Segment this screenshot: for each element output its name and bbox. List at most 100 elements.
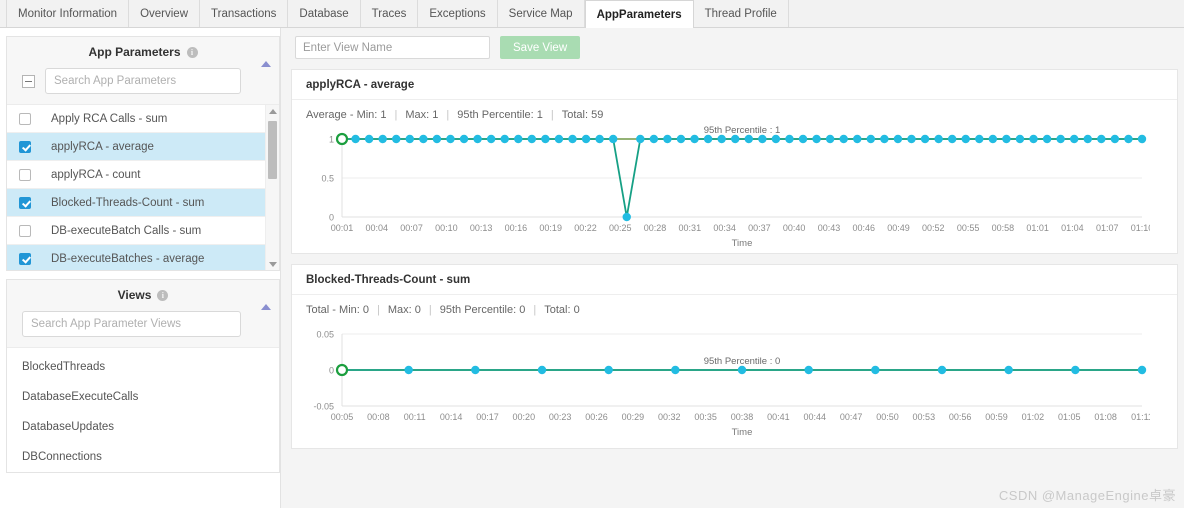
data-point [432,134,442,144]
stats-separator: | [428,304,432,316]
view-row[interactable]: BlockedThreads [7,352,279,382]
app-parameter-row[interactable]: DB-executeBatch Calls - sum [7,217,279,245]
svg-text:95th Percentile : 0: 95th Percentile : 0 [704,356,781,367]
svg-text:00:44: 00:44 [803,412,826,422]
tab-thread-profile[interactable]: Thread Profile [693,0,789,27]
app-parameter-row[interactable]: applyRCA - average [7,133,279,161]
stat-95th-percentile: 95th Percentile: 0 [439,304,526,316]
tab-transactions[interactable]: Transactions [200,0,289,27]
info-icon[interactable]: i [186,47,198,59]
checkbox[interactable] [19,140,31,153]
tab-overview[interactable]: Overview [129,0,201,27]
chart-plot: -0.05 0 0.05 95th Percentile : 0 00:05 00:08 0… [313,330,1150,439]
data-point [622,212,631,222]
scroll-up-icon[interactable] [266,105,279,117]
data-point [527,134,537,144]
data-point [595,134,604,144]
svg-text:00:10: 00:10 [435,223,458,233]
svg-text:01:10: 01:10 [1131,223,1150,233]
data-point [871,365,880,375]
data-point [1137,365,1147,375]
views-title-text: Views [117,288,152,302]
view-name-input[interactable] [295,36,490,59]
chevron-up-icon[interactable] [261,61,271,67]
checkbox[interactable] [19,196,31,209]
svg-text:00:31: 00:31 [679,223,702,233]
svg-text:00:38: 00:38 [731,412,754,422]
svg-text:00:32: 00:32 [658,412,681,422]
svg-text:00:19: 00:19 [539,223,562,233]
checkbox[interactable] [19,112,31,125]
scroll-down-icon[interactable] [266,258,279,270]
svg-text:00:34: 00:34 [713,223,736,233]
svg-text:00:37: 00:37 [748,223,771,233]
data-point [554,134,564,144]
app-parameters-header: App Parameters i [7,37,279,105]
svg-text:00:23: 00:23 [549,412,572,422]
data-point [1002,134,1011,144]
tab-database[interactable]: Database [288,0,361,27]
search-app-parameters-input[interactable] [45,68,241,94]
chevron-up-icon[interactable] [261,304,271,310]
data-point [771,134,781,144]
stats-separator: | [377,304,380,316]
data-point [1097,134,1106,144]
data-point [1015,134,1025,144]
data-point [1042,134,1052,144]
app-parameters-list: Apply RCA Calls - sum applyRCA - average a… [7,105,279,270]
svg-text:01:11: 01:11 [1131,412,1150,422]
charts-container: applyRCA - average Average - Min: 1 | Max: … [291,69,1178,449]
svg-text:00:20: 00:20 [513,412,536,422]
tab-monitor-information[interactable]: Monitor Information [6,0,130,27]
data-point [812,134,821,144]
tab-service-map[interactable]: Service Map [497,0,585,27]
svg-text:00:52: 00:52 [922,223,945,233]
stat-max: Max: 1 [405,109,439,121]
data-point [1124,134,1133,144]
svg-text:00:07: 00:07 [400,223,423,233]
series-start-marker [335,363,349,377]
data-point [392,134,401,144]
tab-appparameters[interactable]: AppParameters [584,0,694,28]
view-row[interactable]: DatabaseExecuteCalls [7,382,279,412]
svg-text:00:59: 00:59 [985,412,1008,422]
search-views-input[interactable] [22,311,241,337]
chart-area: -0.05 0 0.05 95th Percentile : 0 00:05 00:08 0… [292,320,1177,448]
app-parameter-row[interactable]: Apply RCA Calls - sum [7,105,279,133]
svg-text:01:07: 01:07 [1096,223,1119,233]
view-row[interactable]: DatabaseUpdates [7,412,279,442]
svg-text:01:01: 01:01 [1026,223,1049,233]
app-parameter-row[interactable]: DB-executeBatches - average [7,245,279,270]
svg-text:00:25: 00:25 [609,223,632,233]
svg-text:01:08: 01:08 [1094,412,1117,422]
view-row[interactable]: DBConnections [7,442,279,472]
stats-separator: | [394,109,398,121]
data-point [471,365,480,375]
app-parameters-scrollbar[interactable] [265,105,279,270]
app-parameter-row[interactable]: applyRCA - count [7,161,279,189]
chart-plot: 0 0.5 1 95th Percentile : 1 00:01 00:04 00:07 0… [321,125,1150,249]
tab-exceptions[interactable]: Exceptions [418,0,498,27]
checkbox[interactable] [19,224,31,237]
svg-text:00:05: 00:05 [331,412,354,422]
data-point [581,134,591,144]
checkbox[interactable] [19,168,31,181]
app-parameter-row[interactable]: Blocked-Threads-Count - sum [7,189,279,217]
view-toolbar: Save View [291,36,1178,59]
save-view-button[interactable]: Save View [500,36,581,59]
scrollbar-thumb[interactable] [268,121,277,179]
chart-title: applyRCA - average [292,70,1177,100]
data-point [866,134,876,144]
tab-traces[interactable]: Traces [360,0,419,27]
checkbox[interactable] [19,252,31,265]
data-point [988,134,998,144]
svg-text:Time: Time [732,427,753,438]
data-point [663,134,672,144]
data-point [934,134,943,144]
minus-box-icon[interactable] [22,74,35,88]
info-icon[interactable]: i [157,290,169,302]
svg-text:0: 0 [329,366,334,376]
data-point [419,134,428,144]
svg-text:0.5: 0.5 [321,174,334,184]
data-point [486,134,496,144]
